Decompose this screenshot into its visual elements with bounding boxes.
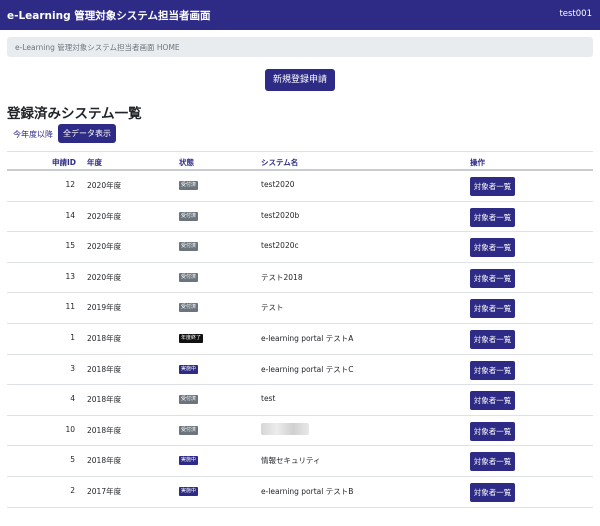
table-row: 2 2017年度 実施中 e-learning portal テストB 対象者一覧 bbox=[7, 477, 593, 508]
table-row: 5 2018年度 実施中 情報セキュリティ 対象者一覧 bbox=[7, 446, 593, 477]
header-status: 状態 bbox=[179, 158, 194, 167]
header-system: システム名 bbox=[261, 158, 299, 167]
systems-table: 申請ID 年度 状態 システム名 操作 12 2020年度 受付済 test2020 対… bbox=[7, 151, 593, 508]
row-year: 2020年度 bbox=[87, 211, 122, 221]
target-list-button[interactable]: 対象者一覧 bbox=[470, 238, 515, 258]
status-badge: 受付済 bbox=[179, 181, 199, 190]
status-badge: 実施中 bbox=[179, 364, 199, 374]
table-row: 12 2020年度 受付済 test2020 対象者一覧 bbox=[7, 171, 593, 202]
table-row: 10 2018年度 受付済 対象者一覧 bbox=[7, 416, 593, 447]
row-system-name: テスト bbox=[261, 303, 284, 313]
row-id: 14 bbox=[65, 210, 75, 220]
target-list-button[interactable]: 対象者一覧 bbox=[470, 452, 515, 472]
target-list-button[interactable]: 対象者一覧 bbox=[470, 391, 515, 411]
breadcrumb: e-Learning 管理対象システム担当者画面 HOME bbox=[7, 37, 593, 57]
row-id: 3 bbox=[70, 363, 75, 373]
header-action: 操作 bbox=[470, 158, 485, 167]
status-badge: 受付済 bbox=[179, 425, 199, 435]
target-list-button[interactable]: 対象者一覧 bbox=[470, 360, 515, 380]
table-row: 1 2018年度 年度終了 e-learning portal テストA 対象者一覧 bbox=[7, 324, 593, 355]
target-list-button[interactable]: 対象者一覧 bbox=[470, 268, 515, 288]
row-system-name: 情報セキュリティ bbox=[261, 456, 321, 466]
header-year: 年度 bbox=[87, 158, 102, 167]
row-id: 4 bbox=[70, 394, 75, 404]
app-title[interactable]: e-Learning 管理対象システム担当者画面 bbox=[7, 8, 210, 23]
status-badge: 年度終了 bbox=[179, 333, 204, 343]
status-badge: 受付済 bbox=[179, 211, 199, 221]
target-list-button[interactable]: 対象者一覧 bbox=[470, 299, 515, 319]
row-system-name: e-learning portal テストB bbox=[261, 486, 354, 496]
target-list-button[interactable]: 対象者一覧 bbox=[470, 482, 515, 502]
row-year: 2020年度 bbox=[87, 181, 122, 190]
table-row: 11 2019年度 受付済 テスト 対象者一覧 bbox=[7, 293, 593, 324]
row-year: 2020年度 bbox=[87, 242, 122, 252]
row-id: 1 bbox=[70, 332, 75, 342]
row-year: 2018年度 bbox=[87, 395, 122, 405]
row-id: 5 bbox=[70, 455, 75, 465]
filter-current-year-link[interactable]: 今年度以降 bbox=[13, 129, 53, 140]
top-navbar: e-Learning 管理対象システム担当者画面 test001 bbox=[0, 0, 600, 30]
row-system-name: test bbox=[261, 394, 276, 404]
breadcrumb-home[interactable]: e-Learning 管理対象システム担当者画面 HOME bbox=[15, 42, 180, 53]
row-year: 2018年度 bbox=[87, 333, 122, 343]
status-badge: 受付済 bbox=[179, 303, 199, 313]
redacted-system-name bbox=[261, 422, 309, 435]
table-row: 4 2018年度 受付済 test 対象者一覧 bbox=[7, 385, 593, 416]
table-header: 申請ID 年度 状態 システム名 操作 bbox=[7, 151, 593, 171]
table-row: 14 2020年度 受付済 test2020b 対象者一覧 bbox=[7, 202, 593, 233]
row-year: 2018年度 bbox=[87, 456, 122, 466]
row-system-name: テスト2018 bbox=[261, 272, 303, 282]
row-year: 2020年度 bbox=[87, 272, 122, 282]
row-id: 10 bbox=[65, 424, 75, 434]
user-name[interactable]: test001 bbox=[559, 9, 592, 19]
row-year: 2018年度 bbox=[87, 425, 122, 435]
row-id: 2 bbox=[70, 485, 75, 495]
row-id: 15 bbox=[65, 241, 75, 251]
status-badge: 受付済 bbox=[179, 242, 199, 252]
table-row: 13 2020年度 受付済 テスト2018 対象者一覧 bbox=[7, 263, 593, 294]
new-registration-button[interactable]: 新規登録申請 bbox=[265, 69, 335, 91]
target-list-button[interactable]: 対象者一覧 bbox=[470, 421, 515, 441]
target-list-button[interactable]: 対象者一覧 bbox=[470, 207, 515, 227]
row-id: 12 bbox=[65, 180, 75, 189]
status-badge: 実施中 bbox=[179, 486, 199, 496]
target-list-button[interactable]: 対象者一覧 bbox=[470, 329, 515, 349]
row-id: 13 bbox=[65, 271, 75, 281]
row-year: 2017年度 bbox=[87, 486, 122, 496]
status-badge: 受付済 bbox=[179, 272, 199, 282]
table-row: 3 2018年度 実施中 e-learning portal テストC 対象者一覧 bbox=[7, 355, 593, 386]
row-system-name: e-learning portal テストA bbox=[261, 333, 354, 343]
table-row: 15 2020年度 受付済 test2020c 対象者一覧 bbox=[7, 232, 593, 263]
target-list-button[interactable]: 対象者一覧 bbox=[470, 177, 515, 196]
row-year: 2019年度 bbox=[87, 303, 122, 313]
page-title: 登録済みシステム一覧 bbox=[7, 106, 142, 122]
row-system-name: test2020b bbox=[261, 210, 300, 220]
row-year: 2018年度 bbox=[87, 364, 122, 374]
table-body: 12 2020年度 受付済 test2020 対象者一覧 14 2020年度 受付済 test2… bbox=[7, 171, 593, 508]
header-id: 申請ID bbox=[52, 158, 77, 167]
status-badge: 受付済 bbox=[179, 395, 199, 405]
row-system-name: test2020 bbox=[261, 180, 295, 189]
row-id: 11 bbox=[65, 302, 75, 312]
row-system-name: e-learning portal テストC bbox=[261, 364, 354, 374]
status-badge: 実施中 bbox=[179, 456, 199, 466]
row-system-name: test2020c bbox=[261, 241, 299, 251]
filter-all-data-button[interactable]: 全データ表示 bbox=[58, 124, 116, 143]
